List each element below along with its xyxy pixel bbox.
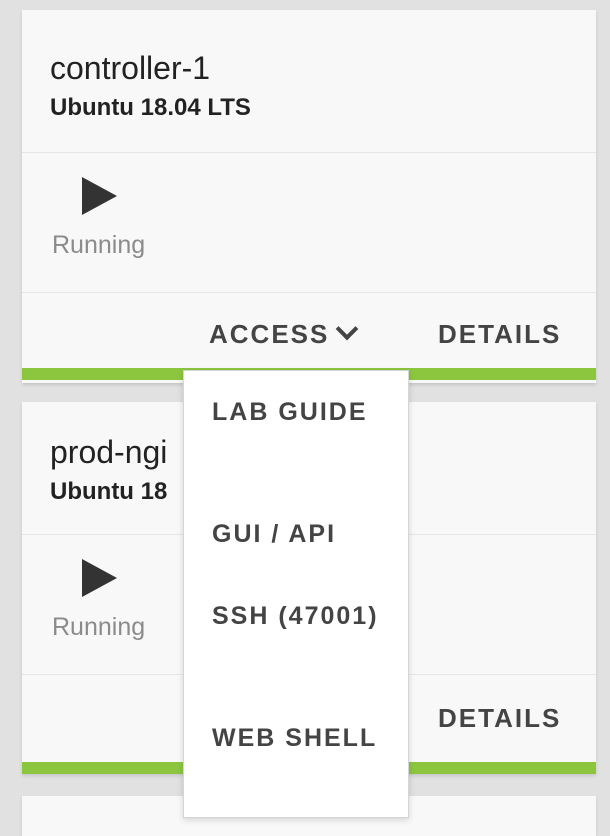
- status-label: Running: [52, 613, 146, 641]
- vm-name: controller-1: [50, 50, 211, 86]
- status-label: Running: [52, 231, 146, 259]
- access-button[interactable]: ACCESS: [209, 317, 359, 350]
- play-icon[interactable]: [82, 177, 117, 215]
- card-actions: ACCESS DETAILS: [22, 293, 596, 380]
- play-icon[interactable]: [82, 559, 117, 597]
- access-dropdown-menu: LAB GUIDE GUI / API SSH (47001) WEB SHEL…: [183, 370, 409, 818]
- card-header: controller-1 Ubuntu 18.04 LTS: [22, 10, 596, 153]
- menu-item-ssh[interactable]: SSH (47001): [212, 597, 392, 635]
- access-label: ACCESS: [209, 319, 330, 349]
- vm-os: Ubuntu 18: [50, 478, 168, 505]
- menu-item-lab-guide[interactable]: LAB GUIDE: [212, 393, 392, 431]
- chevron-down-icon: [336, 317, 359, 341]
- vm-os: Ubuntu 18.04 LTS: [50, 94, 251, 121]
- vm-state: Running: [22, 153, 596, 293]
- vm-name: prod-ngi: [50, 434, 168, 470]
- details-button[interactable]: DETAILS: [438, 703, 561, 734]
- details-button[interactable]: DETAILS: [438, 319, 561, 350]
- vm-card-controller-1: controller-1 Ubuntu 18.04 LTS Running AC…: [22, 10, 596, 383]
- menu-item-web-shell[interactable]: WEB SHELL: [212, 719, 392, 757]
- menu-item-gui-api[interactable]: GUI / API: [212, 515, 392, 553]
